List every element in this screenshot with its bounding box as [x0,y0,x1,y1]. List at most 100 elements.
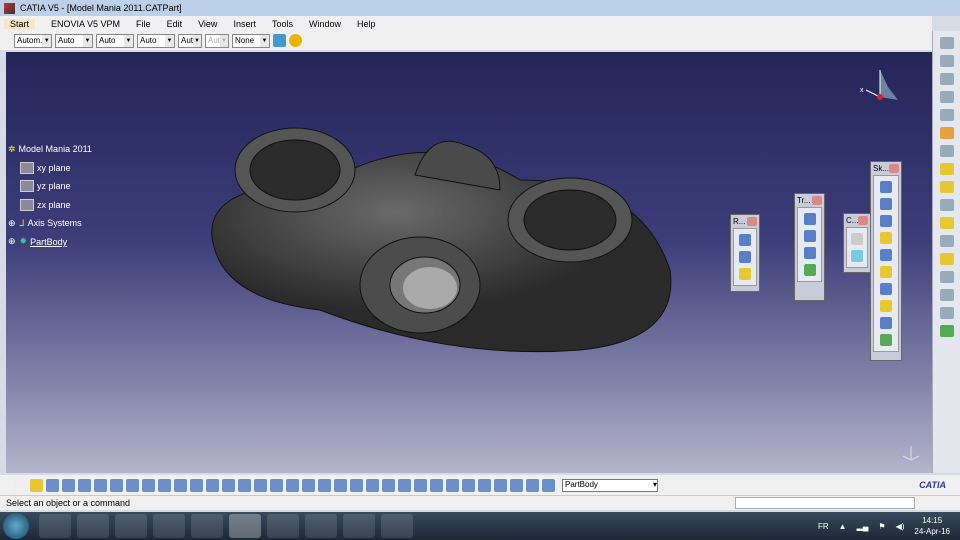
cut-icon[interactable] [78,478,91,492]
show-hidden-icons-icon[interactable]: ▲ [839,522,847,531]
translate-icon[interactable] [803,213,816,225]
menu-edit[interactable]: Edit [167,19,183,29]
pan-icon[interactable] [270,478,283,492]
taskbar-chrome[interactable] [381,514,413,538]
toolbar-icon[interactable] [939,199,954,211]
toolbar-icon[interactable] [939,91,954,103]
pad-icon[interactable] [880,181,892,193]
menu-insert[interactable]: Insert [233,19,256,29]
scale-icon[interactable] [803,264,816,276]
hide-show-icon[interactable] [382,478,395,492]
print-icon[interactable] [62,478,75,492]
fill-color-dropdown[interactable]: Autom. ▼ [14,33,52,48]
paste-icon[interactable] [110,478,123,492]
taskbar-app[interactable] [305,514,337,538]
layer-dropdown[interactable]: None ▼ [232,33,270,48]
windows-start-button[interactable] [3,513,29,539]
close-icon[interactable] [889,164,899,173]
table-icon[interactable] [206,478,219,492]
tree-item-axis-systems[interactable]: ⊕ ⅃ Axis Systems [8,214,92,233]
compass-icon[interactable]: x [858,62,904,112]
reference-elements-palette[interactable]: R... [730,214,760,292]
plane-icon[interactable] [739,268,751,280]
sketch-based-features-palette[interactable]: Sk... [870,161,902,361]
removed-multi-section-icon[interactable] [880,334,892,346]
toolbar-icon[interactable] [939,289,954,301]
taskbar-calendar[interactable] [115,514,147,538]
formula-icon[interactable] [174,478,187,492]
taskbar-winrar[interactable] [267,514,299,538]
select-icon[interactable] [939,127,954,139]
close-icon[interactable] [858,216,868,225]
menu-view[interactable]: View [198,19,217,29]
zoom-in-icon[interactable] [302,478,315,492]
groove-icon[interactable] [880,232,892,244]
close-icon[interactable] [812,196,822,205]
expand-icon[interactable]: ⊕ [8,218,16,229]
transformation-palette[interactable]: Tr... [794,193,825,301]
contact-constraint-icon[interactable] [851,250,863,262]
swap-space-icon[interactable] [398,478,411,492]
toolbar-icon[interactable] [939,235,954,247]
toolbar-icon[interactable] [939,253,954,265]
toolbar-icon[interactable] [939,37,954,49]
shaft-icon[interactable] [880,215,892,227]
menu-start[interactable]: Start [4,18,36,29]
undo-icon[interactable] [126,478,139,492]
painter-icon[interactable] [273,34,286,47]
units-icon[interactable] [510,478,523,492]
thread-analysis-icon[interactable] [494,478,507,492]
toolbar-icon[interactable] [939,109,954,121]
tree-item-yz-plane[interactable]: yz plane [8,177,92,196]
iso-view-icon[interactable] [350,478,363,492]
clock[interactable]: 14:15 24-Apr-16 [914,515,950,537]
close-icon[interactable] [747,217,757,226]
tree-item-xy-plane[interactable]: xy plane [8,159,92,178]
toolbar-icon[interactable] [939,271,954,283]
linetype-dropdown[interactable]: Auto ▼ [137,33,175,48]
action-center-flag-icon[interactable]: ⚑ [878,522,885,531]
copy-icon[interactable] [94,478,107,492]
fly-mode-icon[interactable] [238,478,251,492]
toolbar-icon[interactable] [939,163,954,175]
point-symbol-dropdown[interactable]: Aut ▼ [178,33,202,48]
tree-item-partbody[interactable]: ⊕ ✸ PartBody [8,233,92,252]
sketcher-icon[interactable] [939,145,954,157]
properties-icon[interactable] [289,34,302,47]
taskbar-app[interactable] [153,514,185,538]
taskbar-media-player[interactable] [77,514,109,538]
open-icon[interactable] [30,478,43,492]
menu-window[interactable]: Window [309,19,341,29]
menu-help[interactable]: Help [357,19,376,29]
analysis-icon[interactable] [478,478,491,492]
taskbar-catia[interactable] [229,514,261,538]
toolbar-icon[interactable] [939,217,954,229]
rib-icon[interactable] [880,266,892,278]
normal-view-icon[interactable] [334,478,347,492]
fit-all-icon[interactable] [254,478,267,492]
line-thickness-dropdown[interactable]: Auto ▼ [96,33,134,48]
rotate-icon[interactable] [286,478,299,492]
multi-section-solid-icon[interactable] [880,317,892,329]
menu-file[interactable]: File [136,19,151,29]
zoom-out-icon[interactable] [318,478,331,492]
point-icon[interactable] [739,234,751,246]
material-icon[interactable] [446,478,459,492]
menu-enovia[interactable]: ENOVIA V5 VPM [51,19,120,29]
toolbar-icon[interactable] [939,181,954,193]
tree-root[interactable]: ✲ Model Mania 2011 [8,140,92,159]
language-indicator[interactable]: FR [818,522,829,531]
taskbar-app[interactable] [191,514,223,538]
taskbar-explorer[interactable] [39,514,71,538]
line-icon[interactable] [739,251,751,263]
command-input[interactable] [735,497,915,509]
shading-icon[interactable] [366,478,379,492]
volume-icon[interactable]: ◀) [896,522,905,531]
measure-icon[interactable] [430,478,443,492]
current-body-dropdown[interactable]: PartBody ▾ [562,478,658,492]
mirror-icon[interactable] [803,230,816,242]
menu-tools[interactable]: Tools [272,19,293,29]
define-work-object-icon[interactable] [542,478,555,492]
network-icon[interactable]: ▂▄ [857,522,869,531]
toolbar-icon[interactable] [939,307,954,319]
